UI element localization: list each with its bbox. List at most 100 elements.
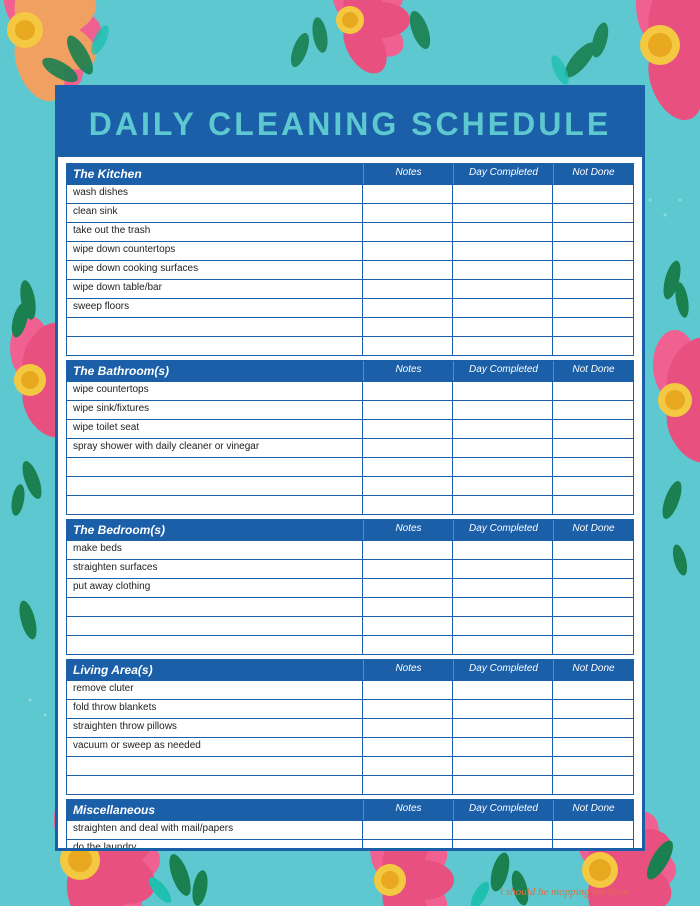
task-cell [453,496,553,514]
table-row: put away clothing [66,579,634,598]
table-row: straighten and deal with mail/papers [66,821,634,840]
task-cell [363,318,453,336]
table-row: wipe countertops [66,382,634,401]
task-cell [453,477,553,495]
task-cell [553,757,633,775]
task-cell [363,560,453,578]
task-cell [363,299,453,317]
task-cell [553,401,633,419]
bedrooms-notes-label: Notes [363,520,453,540]
table-row [66,636,634,655]
task-cell [553,579,633,597]
task-cell [553,617,633,635]
table-row: clean sink [66,204,634,223]
task-cell [363,776,453,794]
task-cell [453,636,553,654]
task-cell [67,776,363,794]
bedrooms-title: The Bedroom(s) [67,520,363,540]
task-name: wipe countertops [67,382,363,400]
table-row: straighten surfaces [66,560,634,579]
task-cell [453,541,553,559]
task-cell [553,776,633,794]
task-cell [363,579,453,597]
task-cell [453,617,553,635]
task-cell [553,541,633,559]
section-bedrooms: The Bedroom(s) Notes Day Completed Not D… [66,519,634,655]
table-row: do the laundry [66,840,634,848]
misc-header: Miscellaneous Notes Day Completed Not Do… [66,799,634,821]
kitchen-title: The Kitchen [67,164,363,184]
section-living: Living Area(s) Notes Day Completed Not D… [66,659,634,795]
section-bathrooms: The Bathroom(s) Notes Day Completed Not … [66,360,634,515]
table-row [66,477,634,496]
task-cell [453,337,553,355]
task-cell [67,757,363,775]
task-cell [553,636,633,654]
table-row: wipe sink/fixtures [66,401,634,420]
task-name: straighten throw pillows [67,719,363,737]
task-cell [453,700,553,718]
task-cell [553,738,633,756]
table-row: vacuum or sweep as needed [66,738,634,757]
table-row: remove cluter [66,681,634,700]
table-row: take out the trash [66,223,634,242]
table-row: make beds [66,541,634,560]
task-cell [363,420,453,438]
task-cell [453,560,553,578]
task-cell [363,598,453,616]
living-title: Living Area(s) [67,660,363,680]
bathrooms-notes-label: Notes [363,361,453,381]
task-name: wipe down countertops [67,242,363,260]
page-title: DAILY CLEANING SCHEDULE [58,88,642,157]
task-cell [453,579,553,597]
task-name: wipe down cooking surfaces [67,261,363,279]
task-cell [363,477,453,495]
task-cell [363,439,453,457]
task-cell [553,242,633,260]
task-cell [453,458,553,476]
task-cell [363,204,453,222]
task-cell [453,738,553,756]
task-cell [67,458,363,476]
task-cell [553,496,633,514]
task-cell [553,840,633,848]
task-name: remove cluter [67,681,363,699]
task-cell [453,223,553,241]
table-row [66,458,634,477]
task-cell [553,420,633,438]
task-cell [453,598,553,616]
misc-title: Miscellaneous [67,800,363,820]
task-cell [553,261,633,279]
bathrooms-notdone-label: Not Done [553,361,633,381]
watermark: i should be mopping the floor [500,886,630,898]
main-page: DAILY CLEANING SCHEDULE The Kitchen Note… [55,85,645,851]
task-cell [553,439,633,457]
task-cell [363,223,453,241]
table-row: wipe toilet seat [66,420,634,439]
task-name: straighten and deal with mail/papers [67,821,363,839]
task-cell [363,617,453,635]
task-cell [553,299,633,317]
task-cell [453,261,553,279]
task-cell [453,299,553,317]
task-cell [363,185,453,203]
task-name: put away clothing [67,579,363,597]
bedrooms-notdone-label: Not Done [553,520,633,540]
task-cell [453,318,553,336]
table-row: sweep floors [66,299,634,318]
task-cell [553,681,633,699]
task-name: clean sink [67,204,363,222]
table-row [66,598,634,617]
table-row: wash dishes [66,185,634,204]
section-misc: Miscellaneous Notes Day Completed Not Do… [66,799,634,848]
living-day-label: Day Completed [453,660,553,680]
task-name: take out the trash [67,223,363,241]
task-cell [363,541,453,559]
task-cell [553,318,633,336]
table-row: wipe down cooking surfaces [66,261,634,280]
task-cell [453,401,553,419]
task-cell [363,496,453,514]
task-cell [453,185,553,203]
task-cell [553,560,633,578]
task-name: sweep floors [67,299,363,317]
